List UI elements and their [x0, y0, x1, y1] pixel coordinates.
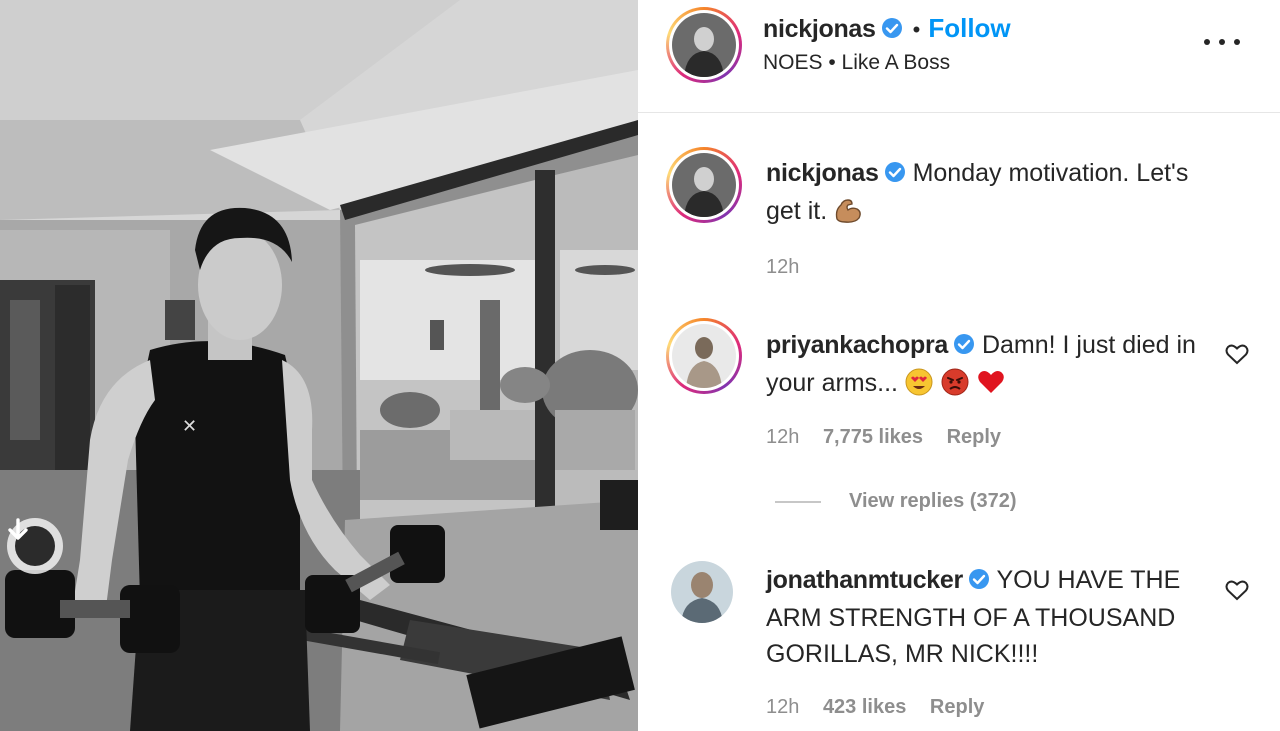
- avatar-image: [672, 153, 736, 217]
- author-username[interactable]: nickjonas: [763, 15, 876, 43]
- flexed-biceps-icon: [833, 195, 863, 235]
- view-replies-label: View replies (372): [849, 490, 1017, 512]
- comment-1-likes[interactable]: 7,775 likes: [823, 426, 923, 448]
- location-link[interactable]: NOES • Like A Boss: [763, 51, 950, 75]
- caption-time: 12h: [766, 256, 800, 278]
- like-comment-2-heart-outline-icon[interactable]: [1224, 577, 1250, 603]
- angry-face-emoji-icon: [940, 367, 970, 407]
- header-user-line: nickjonas • Follow: [763, 13, 1011, 44]
- comment-2-username[interactable]: jonathanmtucker: [766, 566, 963, 594]
- comment-1-avatar[interactable]: [666, 318, 742, 394]
- avatar-image: [672, 13, 736, 77]
- download-arrow-icon: [8, 518, 55, 566]
- avatar-image: [671, 561, 733, 623]
- separator-dot: •: [912, 17, 921, 42]
- comment-2-likes[interactable]: 423 likes: [823, 696, 906, 718]
- like-comment-1-heart-outline-icon[interactable]: [1224, 341, 1250, 367]
- author-avatar[interactable]: [666, 7, 742, 83]
- gym-photo-illustration: ✕: [0, 0, 638, 731]
- verified-badge-icon: [953, 329, 975, 365]
- view-replies-line: [775, 500, 821, 503]
- comment-2: jonathanmtucker YOU HAVE THE ARM STRENGT…: [766, 562, 1221, 672]
- more-options-icon[interactable]: [1204, 30, 1240, 54]
- red-heart-emoji-icon: [976, 367, 1006, 407]
- heart-eyes-emoji-icon: [904, 367, 934, 407]
- comment-1: priyankachopra Damn! I just died in your…: [766, 327, 1221, 407]
- verified-badge-icon: [968, 564, 990, 600]
- caption-meta: 12h: [766, 256, 817, 279]
- post-side-panel: nickjonas • Follow NOES • Like A Boss nick…: [638, 0, 1280, 731]
- post-photo: ✕: [0, 0, 638, 731]
- comment-1-reply-button[interactable]: Reply: [947, 426, 1001, 448]
- avatar-image: [672, 324, 736, 388]
- comment-2-meta: 12h 423 likes Reply: [766, 696, 1002, 719]
- verified-badge-icon: [884, 157, 906, 193]
- comment-1-username[interactable]: priyankachopra: [766, 331, 948, 359]
- comment-2-avatar[interactable]: [671, 561, 733, 623]
- view-replies-button[interactable]: View replies (372): [775, 490, 1017, 513]
- comment-1-time: 12h: [766, 426, 800, 448]
- comment-1-meta: 12h 7,775 likes Reply: [766, 426, 1019, 449]
- caption: nickjonas Monday motivation. Let's get i…: [766, 155, 1221, 235]
- follow-button[interactable]: Follow: [928, 13, 1010, 43]
- download-button[interactable]: [7, 518, 63, 574]
- svg-text:✕: ✕: [182, 416, 197, 436]
- comment-2-reply-button[interactable]: Reply: [930, 696, 984, 718]
- verified-badge-icon: [881, 17, 903, 44]
- caption-username[interactable]: nickjonas: [766, 159, 879, 187]
- caption-avatar[interactable]: [666, 147, 742, 223]
- instagram-post-view: ✕ nickjonas • Follow NOES • Like A Boss …: [0, 0, 1280, 731]
- post-header: nickjonas • Follow NOES • Like A Boss: [638, 0, 1280, 113]
- comment-2-time: 12h: [766, 696, 800, 718]
